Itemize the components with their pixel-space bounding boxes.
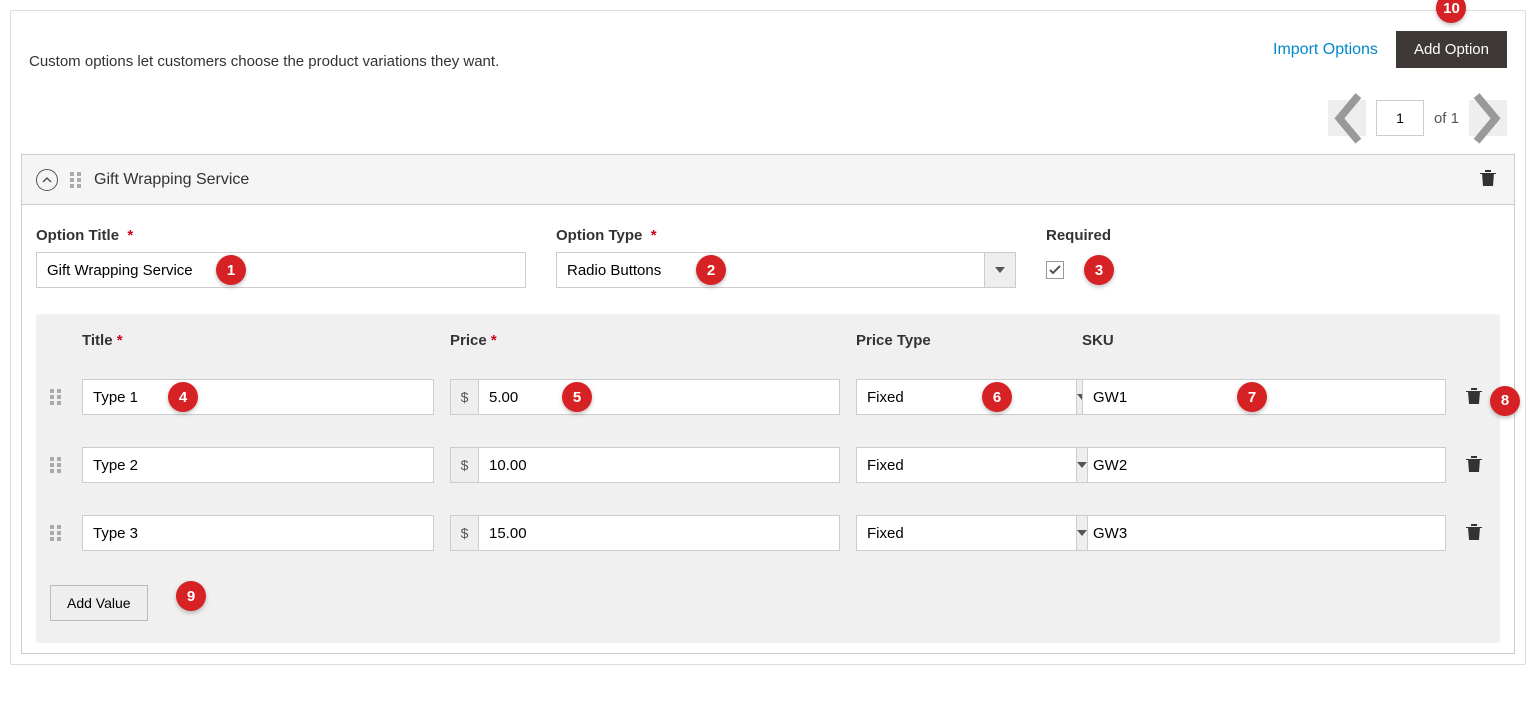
callout-6: 6 xyxy=(982,382,1012,412)
trash-icon xyxy=(1480,169,1496,187)
trash-icon xyxy=(1466,523,1482,541)
required-checkbox[interactable] xyxy=(1046,261,1064,279)
callout-5: 5 xyxy=(562,382,592,412)
value-sku-input[interactable] xyxy=(1082,515,1446,551)
value-price-input[interactable] xyxy=(478,447,840,483)
chevron-right-icon xyxy=(1469,88,1507,149)
required-field: Required 3 xyxy=(1046,227,1111,288)
callout-1: 1 xyxy=(216,255,246,285)
drag-handle-icon[interactable] xyxy=(50,457,62,473)
option-card: Gift Wrapping Service Option Title * 1 O… xyxy=(21,154,1515,654)
callout-8: 8 xyxy=(1490,386,1520,416)
chevron-down-icon xyxy=(1077,462,1087,468)
price-type-value[interactable] xyxy=(856,447,1076,483)
custom-options-panel: Custom options let customers choose the … xyxy=(10,10,1526,665)
price-type-select[interactable] xyxy=(856,447,970,483)
price-type-dropdown-button[interactable] xyxy=(1076,447,1088,483)
drag-handle-icon[interactable] xyxy=(70,172,82,188)
delete-option-button[interactable] xyxy=(1476,165,1500,194)
option-type-label: Option Type * xyxy=(556,227,1016,244)
top-bar: Custom options let customers choose the … xyxy=(11,11,1525,90)
add-option-button[interactable]: Add Option 10 xyxy=(1396,31,1507,68)
price-type-select[interactable] xyxy=(856,379,970,415)
check-icon xyxy=(1049,265,1061,275)
price-type-value[interactable] xyxy=(856,515,1076,551)
option-body: Option Title * 1 Option Type * xyxy=(22,205,1514,653)
callout-2: 2 xyxy=(696,255,726,285)
callout-4: 4 xyxy=(168,382,198,412)
price-type-dropdown-button[interactable] xyxy=(1076,515,1088,551)
values-table: Title * Price * Price Type SKU 4 xyxy=(36,314,1500,643)
pagination: of 1 xyxy=(11,90,1525,154)
option-type-dropdown-button[interactable] xyxy=(984,252,1016,288)
value-row: $ xyxy=(36,431,1500,499)
trash-icon xyxy=(1466,455,1482,473)
value-row: $ xyxy=(36,499,1500,567)
col-price: Price * xyxy=(450,332,856,349)
add-value-button[interactable]: Add Value xyxy=(50,585,148,621)
delete-value-button[interactable] xyxy=(1462,451,1486,480)
value-price-input[interactable] xyxy=(478,379,840,415)
value-row: 4 $ 5 xyxy=(36,363,1500,431)
delete-value-button[interactable] xyxy=(1462,519,1486,548)
values-header: Title * Price * Price Type SKU xyxy=(36,314,1500,363)
value-title-input[interactable] xyxy=(82,447,434,483)
col-price-type: Price Type xyxy=(856,332,1082,349)
required-label: Required xyxy=(1046,227,1111,244)
option-type-select[interactable] xyxy=(556,252,1016,288)
option-type-field: Option Type * 2 xyxy=(556,227,1016,288)
currency-prefix: $ xyxy=(450,515,478,551)
intro-text: Custom options let customers choose the … xyxy=(29,31,499,70)
chevron-down-icon xyxy=(995,267,1005,273)
callout-3: 3 xyxy=(1084,255,1114,285)
next-page-button[interactable] xyxy=(1469,100,1507,136)
add-value-row: Add Value 9 xyxy=(36,567,1500,643)
option-title-field: Option Title * 1 xyxy=(36,227,526,288)
col-title: Title * xyxy=(82,332,450,349)
add-option-label: Add Option xyxy=(1414,41,1489,58)
chevron-up-icon xyxy=(42,175,52,185)
option-type-value[interactable] xyxy=(556,252,984,288)
page-count: of 1 xyxy=(1434,110,1459,127)
callout-7: 7 xyxy=(1237,382,1267,412)
prev-page-button[interactable] xyxy=(1328,100,1366,136)
callout-10: 10 xyxy=(1436,0,1466,23)
delete-value-button[interactable] xyxy=(1462,383,1486,412)
drag-handle-icon[interactable] xyxy=(50,525,62,541)
value-sku-input[interactable] xyxy=(1082,447,1446,483)
col-sku: SKU xyxy=(1082,332,1446,349)
value-title-input[interactable] xyxy=(82,515,434,551)
import-options-link[interactable]: Import Options xyxy=(1273,41,1378,59)
option-header: Gift Wrapping Service xyxy=(22,155,1514,205)
value-price-input[interactable] xyxy=(478,515,840,551)
option-config-row: Option Title * 1 Option Type * xyxy=(36,227,1500,288)
drag-handle-icon[interactable] xyxy=(50,389,62,405)
value-title-input[interactable] xyxy=(82,379,434,415)
option-title-label: Option Title * xyxy=(36,227,526,244)
currency-prefix: $ xyxy=(450,447,478,483)
callout-9: 9 xyxy=(176,581,206,611)
currency-prefix: $ xyxy=(450,379,478,415)
option-name: Gift Wrapping Service xyxy=(94,171,1464,189)
trash-icon xyxy=(1466,387,1482,405)
price-type-value[interactable] xyxy=(856,379,1076,415)
price-type-select[interactable] xyxy=(856,515,970,551)
top-actions: Import Options Add Option 10 xyxy=(1273,31,1507,68)
chevron-left-icon xyxy=(1328,88,1366,149)
option-title-input[interactable] xyxy=(36,252,526,288)
collapse-button[interactable] xyxy=(36,169,58,191)
chevron-down-icon xyxy=(1077,530,1087,536)
page-input[interactable] xyxy=(1376,100,1424,136)
